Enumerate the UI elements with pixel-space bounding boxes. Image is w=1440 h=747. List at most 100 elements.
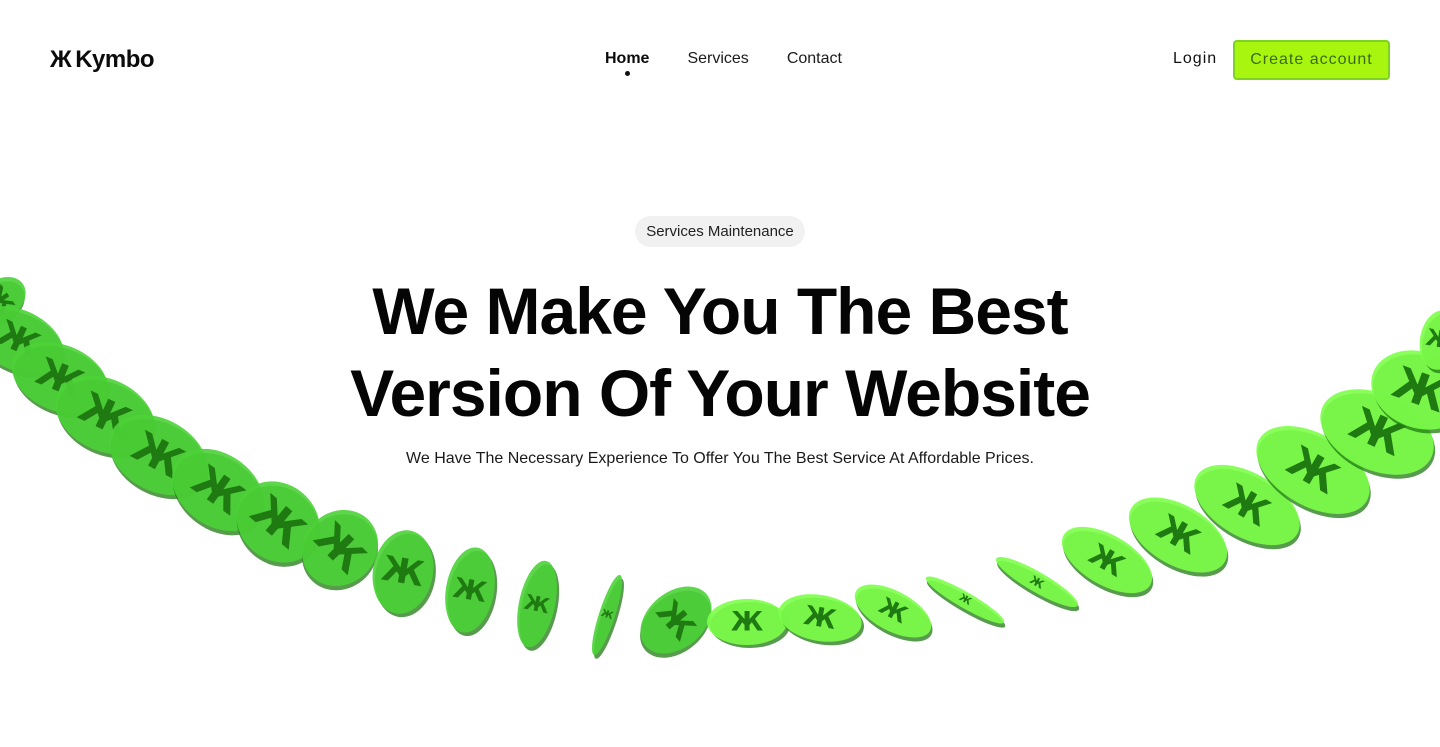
hero-headline: We Make You The Best Version Of Your Web… (320, 270, 1120, 434)
coin-face (1419, 310, 1440, 370)
coin-symbol: Ж (305, 513, 375, 583)
coin-icon: Ж (1128, 497, 1229, 577)
coin-icon: Ж (109, 414, 209, 500)
site-header: Ж Kymbo Home Services Contact Login Crea… (0, 0, 1440, 120)
coin-icon: Ж (591, 574, 624, 659)
coin-icon: Ж (707, 599, 790, 648)
coin-edge (926, 580, 1006, 628)
coin-symbol: Ж (1386, 357, 1440, 423)
coin-face (1320, 389, 1434, 475)
coin-face (1371, 350, 1440, 430)
coin-symbol: Ж (1279, 437, 1347, 504)
coin-edge (301, 514, 379, 591)
coin-edge (0, 281, 25, 328)
coin-symbol: Ж (0, 281, 19, 319)
coin-symbol: Ж (1150, 507, 1207, 563)
coin-icon: Ж (778, 594, 864, 646)
coin-face (172, 448, 264, 532)
coin-icon: Ж (0, 306, 65, 378)
coin-symbol: Ж (801, 600, 838, 636)
nav-item-label: Contact (786, 50, 842, 67)
coin-symbol: Ж (72, 383, 139, 448)
nav-item-label: Services (687, 50, 749, 67)
hero-headline-line-2: Version Of Your Website (350, 356, 1091, 430)
create-account-button[interactable]: Create account (1233, 40, 1390, 80)
coin-face (1128, 497, 1228, 573)
coin-icon: Ж (0, 277, 26, 328)
coin-icon: Ж (372, 530, 436, 618)
coin-icon: Ж (1320, 389, 1436, 479)
coin-face (236, 481, 320, 563)
coin-edge (1063, 531, 1154, 598)
nav-item-home[interactable]: Home (605, 50, 650, 76)
coin-face (109, 414, 207, 496)
coin-icon: Ж (12, 342, 110, 418)
nav-item-contact[interactable]: Contact (787, 50, 842, 68)
coin-edge (172, 453, 265, 536)
coin-edge (997, 561, 1080, 612)
coin-icon: Ж (55, 375, 156, 459)
coin-symbol: Ж (30, 349, 90, 407)
coin-symbol: Ж (241, 485, 315, 558)
coin-edge (1195, 468, 1301, 550)
coin-face (707, 599, 787, 645)
main-nav: Home Services Contact (605, 50, 842, 76)
coin-symbol: Ж (599, 608, 615, 622)
coin-edge (110, 418, 209, 500)
coin-symbol: Ж (1217, 475, 1278, 535)
coin-edge (710, 602, 790, 648)
coin-face (445, 547, 495, 633)
coin-symbol: Ж (1342, 398, 1412, 467)
coin-icon: Ж (517, 560, 560, 651)
coin-symbol: Ж (183, 456, 252, 525)
coin-face (0, 277, 26, 323)
coin-edge (13, 346, 110, 418)
coin-face (0, 306, 64, 374)
landing-page: ЖЖЖЖЖЖЖЖЖЖЖЖЖЖЖЖЖЖЖЖЖЖЖЖЖ Ж Kymbo Home S… (0, 0, 1440, 747)
coin-icon: Ж (236, 481, 320, 567)
hero-subtitle: We Have The Necessary Experience To Offe… (406, 450, 1034, 467)
coin-edge (593, 578, 624, 659)
coin-symbol: Ж (1027, 572, 1046, 591)
coin-symbol: Ж (379, 549, 428, 596)
coin-face (591, 574, 623, 656)
coin-icon: Ж (1256, 426, 1371, 519)
coin-edge (855, 588, 933, 642)
coin-face (301, 509, 379, 587)
coin-icon: Ж (1061, 526, 1154, 598)
coin-symbol: Ж (451, 571, 490, 609)
coin-symbol: Ж (0, 313, 46, 367)
coin-face (12, 342, 108, 414)
coin-symbol: Ж (1083, 536, 1130, 583)
active-indicator-dot (624, 71, 630, 76)
coin-icon: Ж (1194, 464, 1301, 550)
hero-tag-badge: Services Maintenance (635, 216, 805, 247)
coin-face (55, 375, 155, 455)
coin-edge (519, 564, 560, 651)
coin-symbol: Ж (731, 607, 763, 638)
coin-edge (236, 485, 320, 567)
coin-symbol: Ж (124, 422, 192, 488)
coin-edge (0, 310, 65, 378)
coin-symbol: Ж (649, 593, 703, 648)
coin-icon: Ж (925, 576, 1006, 628)
logo[interactable]: Ж Kymbo (50, 46, 155, 74)
coin-symbol: Ж (957, 592, 974, 608)
coin-edge (780, 597, 864, 646)
coin-edge (1129, 501, 1229, 577)
coin-face (1194, 464, 1300, 546)
coin-edge (375, 533, 436, 618)
coin-face (372, 530, 434, 614)
coin-face (778, 594, 862, 642)
coin-face (1061, 526, 1153, 594)
coin-symbol: Ж (874, 593, 911, 629)
coin-symbol: Ж (1424, 325, 1440, 355)
nav-item-services[interactable]: Services (687, 50, 748, 68)
coin-icon: Ж (1371, 350, 1440, 434)
login-link[interactable]: Login (1173, 50, 1217, 68)
coin-face (517, 560, 557, 648)
nav-item-label: Home (605, 50, 650, 67)
coin-icon: Ж (1419, 310, 1440, 374)
coin-edge (1321, 393, 1436, 479)
coin-edge (1257, 430, 1371, 519)
